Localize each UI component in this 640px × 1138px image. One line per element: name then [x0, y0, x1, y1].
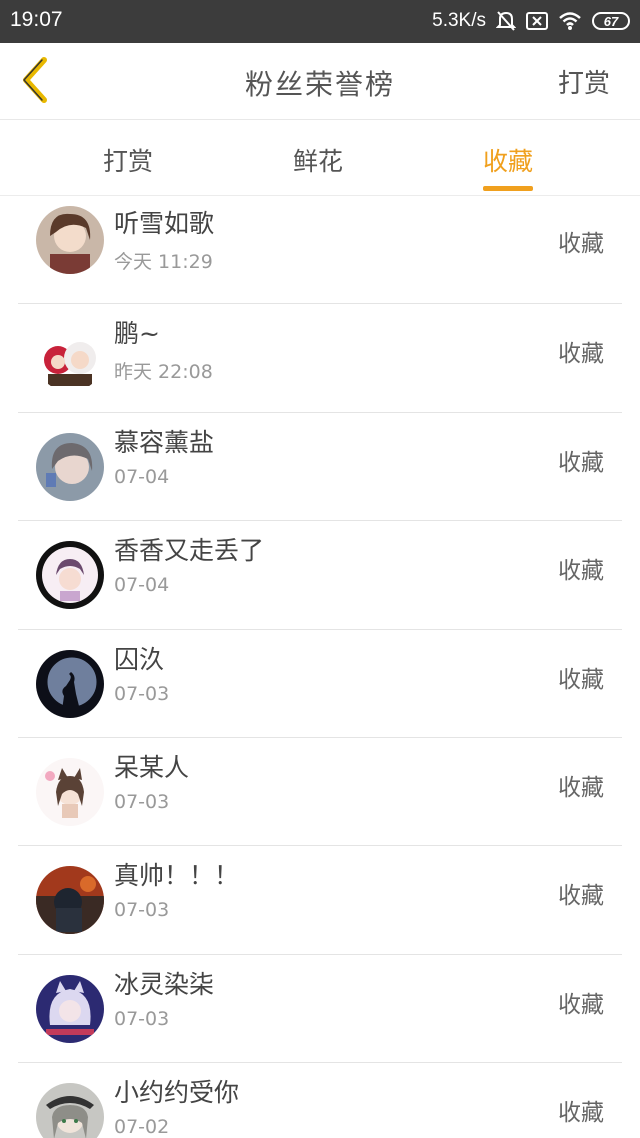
list-item[interactable]: 囚汣 07-03 收藏: [18, 630, 622, 738]
fan-name: 真帅！！！: [114, 861, 240, 891]
favorite-action: 收藏: [558, 231, 604, 257]
list-item[interactable]: 呆某人 07-03 收藏: [18, 738, 622, 847]
fan-time: 今天 11:29: [114, 251, 213, 273]
list-item[interactable]: 真帅！！！ 07-03 收藏: [18, 846, 622, 955]
fan-time: 昨天 22:08: [114, 361, 213, 384]
fan-time: 07-03: [114, 790, 170, 813]
favorite-action: 收藏: [558, 883, 604, 910]
avatar: [36, 541, 104, 610]
tab-favorites[interactable]: 收藏: [483, 142, 534, 191]
tab-bar: 打赏 鲜花 收藏: [0, 120, 640, 196]
list-item[interactable]: 冰灵染柒 07-03 收藏: [18, 955, 622, 1064]
list-item[interactable]: 小约约受你 07-02 收藏: [18, 1063, 622, 1138]
avatar: [36, 432, 104, 501]
fan-name: 鹏~: [114, 319, 160, 349]
avatar: [36, 974, 104, 1043]
avatar: [36, 866, 104, 935]
status-time: 19:07: [10, 8, 63, 31]
fan-name: 囚汣: [114, 644, 165, 674]
bell-muted-icon: [496, 10, 516, 32]
list-item[interactable]: 香香又走丢了 07-04 收藏: [18, 521, 622, 630]
tab-label: 打赏: [103, 147, 154, 176]
tab-label: 鲜花: [293, 147, 344, 176]
fan-list: 听雪如歌 今天 11:29 收藏 鹏~ 昨天 22:08 收藏 慕容薰盐 07-…: [18, 196, 622, 1138]
status-icons: 5.3K/s 67: [432, 6, 630, 36]
reward-button[interactable]: 打赏: [558, 63, 610, 100]
net-speed: 5.3K/s: [432, 10, 486, 31]
fan-time: 07-03: [114, 899, 170, 922]
fan-name: 冰灵染柒: [114, 969, 215, 999]
tab-active-indicator: [483, 186, 534, 191]
wifi-icon: [558, 11, 582, 31]
sim-off-icon: [526, 12, 548, 30]
fan-name: 慕容薰盐: [114, 427, 215, 457]
fan-name: 小约约受你: [114, 1078, 240, 1108]
status-bar: 19:07 5.3K/s 67: [0, 0, 640, 43]
avatar: [36, 649, 104, 718]
tab-flowers[interactable]: 鲜花: [293, 142, 343, 178]
fan-time: 07-03: [114, 1007, 170, 1030]
fan-name: 呆某人: [114, 752, 190, 782]
header-bar: 粉丝荣誉榜 打赏: [0, 43, 640, 120]
favorite-action: 收藏: [558, 449, 604, 476]
fan-time: 07-03: [114, 682, 170, 705]
fan-time: 07-04: [114, 465, 170, 488]
list-item[interactable]: 听雪如歌 今天 11:29 收藏: [18, 196, 622, 305]
avatar: [36, 206, 104, 274]
list-item[interactable]: 鹏~ 昨天 22:08 收藏: [18, 304, 622, 413]
fan-time: 07-04: [114, 574, 170, 597]
fan-time: 07-02: [114, 1116, 170, 1138]
battery-icon: 67: [592, 12, 630, 30]
favorite-action: 收藏: [558, 666, 604, 693]
avatar: [36, 1083, 104, 1138]
favorite-action: 收藏: [558, 341, 604, 368]
avatar: [36, 757, 104, 826]
tab-reward[interactable]: 打赏: [103, 142, 153, 178]
list-item[interactable]: 慕容薰盐 07-04 收藏: [18, 413, 622, 522]
fan-name: 香香又走丢了: [114, 536, 265, 566]
avatar: [36, 324, 104, 393]
favorite-action: 收藏: [558, 1100, 604, 1127]
favorite-action: 收藏: [558, 991, 604, 1018]
favorite-action: 收藏: [558, 558, 604, 585]
fan-name: 听雪如歌: [114, 209, 215, 238]
favorite-action: 收藏: [558, 774, 604, 801]
page-title: 粉丝荣誉榜: [244, 68, 395, 101]
tab-label: 收藏: [483, 147, 534, 176]
